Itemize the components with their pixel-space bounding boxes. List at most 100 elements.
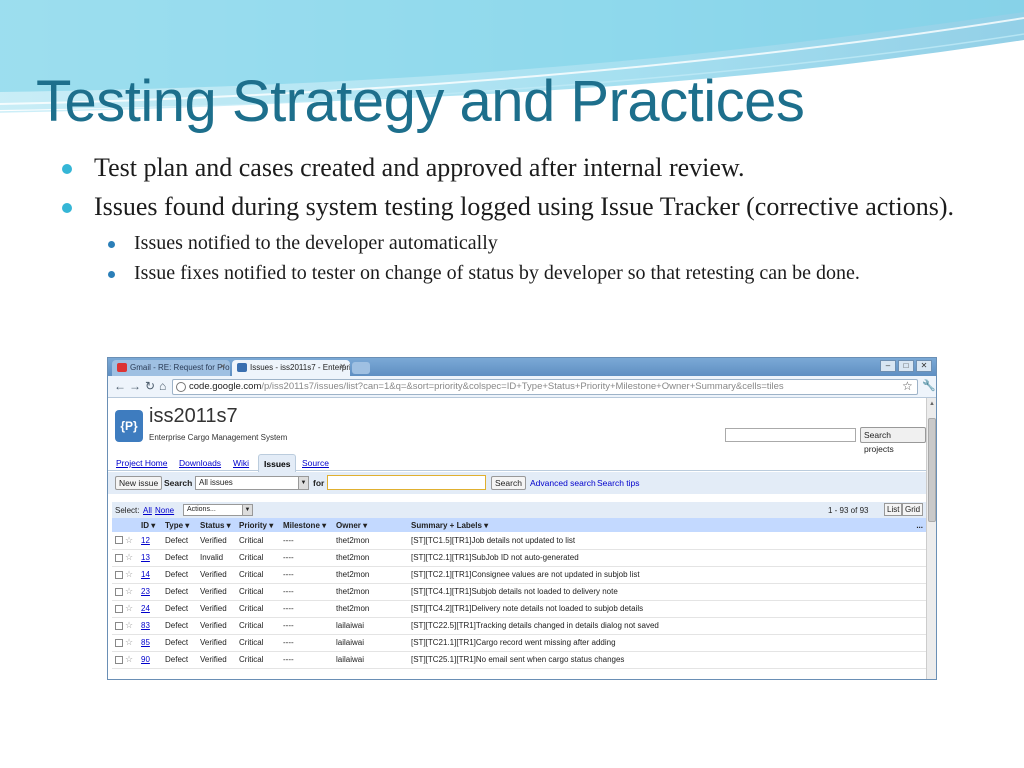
address-bar[interactable]: code.google.com/p/iss2011s7/issues/list?… <box>172 379 918 395</box>
issue-milestone: ---- <box>280 600 333 618</box>
row-checkbox[interactable] <box>115 604 123 613</box>
nav-downloads[interactable]: Downloads <box>179 458 221 468</box>
wrench-icon[interactable]: 🔧 <box>922 379 936 392</box>
issue-id-link[interactable]: 14 <box>138 566 162 584</box>
close-icon[interactable]: ✕ <box>219 362 226 371</box>
issue-owner: lailaiwai <box>333 651 408 669</box>
issue-summary[interactable]: [ST][TC2.1][TR1]SubJob ID not auto-gener… <box>408 549 914 567</box>
nav-source[interactable]: Source <box>302 458 329 468</box>
star-icon[interactable]: ☆ <box>125 637 133 648</box>
column-header-milestone[interactable]: Milestone ▾ <box>280 518 333 532</box>
issue-priority: Critical <box>236 634 280 652</box>
maximize-button[interactable]: □ <box>898 360 914 372</box>
issue-summary[interactable]: [ST][TC1.5][TR1]Job details not updated … <box>408 532 914 550</box>
nav-issues[interactable]: Issues <box>258 454 297 472</box>
back-icon[interactable]: ← <box>114 379 126 393</box>
bullet-dot-icon <box>62 164 72 174</box>
column-header-more[interactable]: ... <box>913 518 926 532</box>
search-tips-link[interactable]: Search tips <box>597 478 640 488</box>
search-projects-button[interactable]: Search projects <box>860 427 926 454</box>
issue-id-link[interactable]: 24 <box>138 600 162 618</box>
globe-icon <box>176 382 186 392</box>
advanced-search-link[interactable]: Advanced search <box>530 478 596 488</box>
grid-view-button[interactable]: Grid <box>902 503 924 516</box>
nav-wiki[interactable]: Wiki <box>233 458 249 468</box>
tab-label: Gmail - RE: Request for Pro <box>130 363 230 372</box>
issue-scope-select[interactable]: All issues ▼ <box>195 476 309 490</box>
star-icon[interactable]: ☆ <box>125 586 133 597</box>
close-window-button[interactable]: ✕ <box>916 360 932 372</box>
tab-gmail[interactable]: Gmail - RE: Request for Pro ✕ <box>112 360 230 376</box>
table-row[interactable]: ☆ 90 Defect Verified Critical ---- lailaiwai [S… <box>112 651 926 669</box>
project-search-input[interactable] <box>725 428 856 442</box>
table-row[interactable]: ☆ 83 Defect Verified Critical ---- lailaiwai [S… <box>112 617 926 635</box>
issue-status: Verified <box>197 566 236 584</box>
column-header-owner[interactable]: Owner ▾ <box>333 518 408 532</box>
new-issue-button[interactable]: New issue <box>115 476 163 490</box>
issue-id-link[interactable]: 83 <box>138 617 162 635</box>
column-header-type[interactable]: Type ▾ <box>162 518 197 532</box>
star-icon[interactable]: ☆ <box>125 603 133 614</box>
issue-summary[interactable]: [ST][TC21.1][TR1]Cargo record went missi… <box>408 634 914 652</box>
row-checkbox[interactable] <box>115 536 123 545</box>
search-button[interactable]: Search <box>491 476 526 490</box>
table-row[interactable]: ☆ 14 Defect Verified Critical ---- thet2mon [ST… <box>112 566 926 584</box>
star-icon[interactable]: ☆ <box>125 535 133 546</box>
row-checkbox[interactable] <box>115 553 123 562</box>
actions-select[interactable]: Actions... ▼ <box>183 504 253 516</box>
issue-type: Defect <box>162 617 197 635</box>
issue-query-input[interactable] <box>327 475 486 490</box>
issue-id-link[interactable]: 13 <box>138 549 162 567</box>
table-row[interactable]: ☆ 85 Defect Verified Critical ---- lailaiwai [S… <box>112 634 926 652</box>
issue-summary[interactable]: [ST][TC25.1][TR1]No email sent when carg… <box>408 651 914 669</box>
table-row[interactable]: ☆ 13 Defect Invalid Critical ---- thet2mon [ST]… <box>112 549 926 567</box>
column-header-summary[interactable]: Summary + Labels ▾ <box>408 518 914 532</box>
issue-status: Verified <box>197 634 236 652</box>
new-tab-button[interactable] <box>352 362 370 374</box>
issue-id-link[interactable]: 23 <box>138 583 162 601</box>
issue-summary[interactable]: [ST][TC4.2][TR1]Delivery note details no… <box>408 600 914 618</box>
star-icon[interactable]: ☆ <box>125 654 133 665</box>
column-header-priority[interactable]: Priority ▾ <box>236 518 280 532</box>
issue-summary[interactable]: [ST][TC22.5][TR1]Tracking details change… <box>408 617 914 635</box>
issue-id-link[interactable]: 12 <box>138 532 162 550</box>
row-more-cell <box>913 600 926 618</box>
scroll-up-icon[interactable]: ▲ <box>929 401 935 407</box>
sub-bullet-item: Issues notified to the developer automat… <box>62 230 982 256</box>
minimize-button[interactable]: – <box>880 360 896 372</box>
issue-summary[interactable]: [ST][TC4.1][TR1]Subjob details not loade… <box>408 583 914 601</box>
star-icon[interactable]: ☆ <box>125 569 133 580</box>
row-more-cell <box>913 617 926 635</box>
column-header-id[interactable]: ID ▾ <box>138 518 162 532</box>
select-label: Select: <box>115 506 140 515</box>
result-count: 1 - 93 of 93 <box>828 506 869 515</box>
issue-summary[interactable]: [ST][TC2.1][TR1]Consignee values are not… <box>408 566 914 584</box>
row-checkbox[interactable] <box>115 621 123 630</box>
select-all-link[interactable]: All <box>143 506 152 515</box>
close-icon[interactable]: ✕ <box>339 362 346 371</box>
row-checkbox[interactable] <box>115 570 123 579</box>
forward-icon[interactable]: → <box>129 379 141 393</box>
column-header-status[interactable]: Status ▾ <box>197 518 236 532</box>
issue-id-link[interactable]: 90 <box>138 651 162 669</box>
select-none-link[interactable]: None <box>155 506 174 515</box>
bookmark-star-icon[interactable]: ☆ <box>902 379 913 393</box>
issue-id-link[interactable]: 85 <box>138 634 162 652</box>
vertical-scrollbar[interactable]: ▲ <box>926 398 936 679</box>
table-row[interactable]: ☆ 12 Defect Verified Critical ---- thet2mon [ST… <box>112 532 926 550</box>
scrollbar-thumb[interactable] <box>928 418 936 522</box>
table-row[interactable]: ☆ 24 Defect Verified Critical ---- thet2mon [ST… <box>112 600 926 618</box>
tab-issues[interactable]: Issues - iss2011s7 - Enterpri ✕ <box>232 360 350 376</box>
list-view-button[interactable]: List <box>884 503 903 516</box>
table-row[interactable]: ☆ 23 Defect Verified Critical ---- thet2mon [ST… <box>112 583 926 601</box>
project-name[interactable]: iss2011s7 <box>149 405 238 428</box>
star-icon[interactable]: ☆ <box>125 620 133 631</box>
row-checkbox[interactable] <box>115 587 123 596</box>
row-checkbox[interactable] <box>115 655 123 664</box>
row-checkbox[interactable] <box>115 638 123 647</box>
home-icon[interactable]: ⌂ <box>159 379 166 393</box>
reload-icon[interactable]: ↻ <box>145 379 155 393</box>
star-icon[interactable]: ☆ <box>125 552 133 563</box>
row-select-cell: ☆ <box>112 617 138 635</box>
nav-project-home[interactable]: Project Home <box>116 458 168 468</box>
